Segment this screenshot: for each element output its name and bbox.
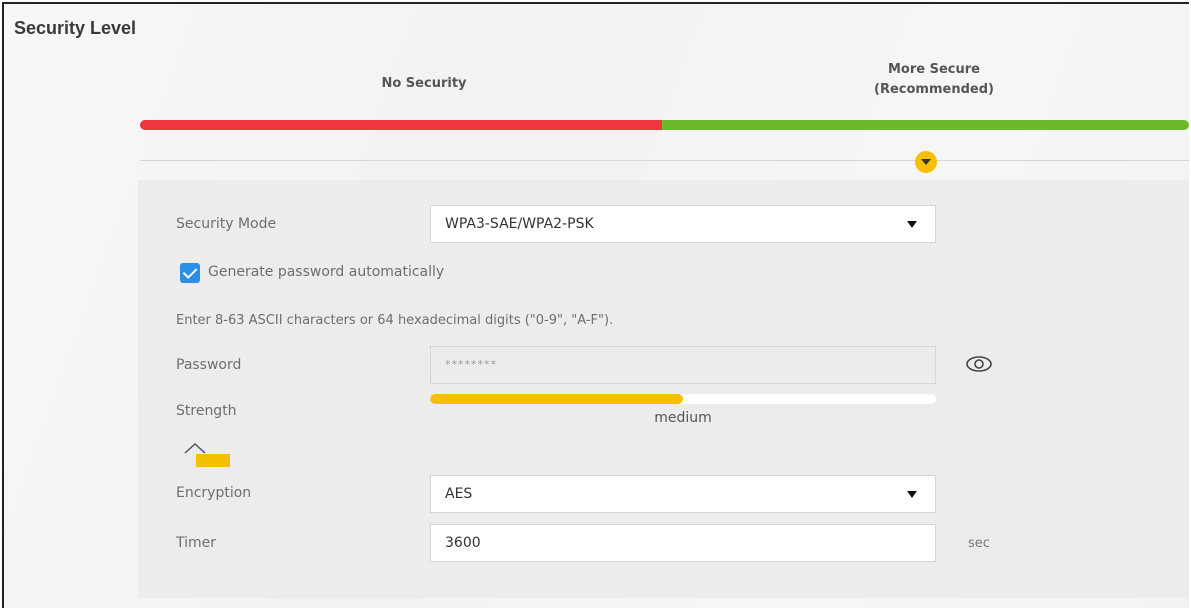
- password-input[interactable]: ********: [430, 346, 936, 384]
- security-mode-value: WPA3-SAE/WPA2-PSK: [445, 216, 594, 232]
- chevron-up-icon[interactable]: [183, 441, 233, 469]
- recommended-tag: (Recommended): [874, 82, 994, 97]
- timer-input[interactable]: 3600: [430, 524, 936, 562]
- encryption-value: AES: [445, 486, 473, 502]
- timer-label: Timer: [176, 535, 217, 551]
- caret-down-icon: [907, 491, 917, 498]
- generate-password-label[interactable]: Generate password automatically: [208, 264, 444, 280]
- divider: [140, 160, 1189, 161]
- password-hint: Enter 8-63 ASCII characters or 64 hexade…: [176, 313, 614, 328]
- more-secure-title: More Secure: [888, 62, 980, 77]
- encryption-label: Encryption: [176, 485, 252, 501]
- more-secure-bar[interactable]: [662, 120, 1189, 130]
- caret-down-icon: [907, 221, 917, 228]
- security-mode-select[interactable]: WPA3-SAE/WPA2-PSK: [430, 205, 936, 243]
- no-security-bar[interactable]: [140, 120, 662, 130]
- strength-label: Strength: [176, 403, 237, 419]
- password-label: Password: [176, 357, 242, 373]
- strength-meter-fill: [430, 394, 683, 404]
- eye-icon[interactable]: [965, 354, 993, 374]
- strength-value: medium: [654, 410, 712, 426]
- level-label-no-security[interactable]: No Security: [304, 74, 544, 94]
- section-title: Security Level: [14, 18, 137, 38]
- timer-unit: sec: [968, 536, 990, 551]
- generate-password-checkbox[interactable]: [180, 263, 200, 283]
- strength-meter: [430, 394, 936, 404]
- security-mode-label: Security Mode: [176, 216, 277, 232]
- encryption-select[interactable]: AES: [430, 475, 936, 513]
- level-label-more-secure[interactable]: More Secure (Recommended): [814, 60, 1054, 100]
- chevron-down-icon[interactable]: [915, 151, 937, 173]
